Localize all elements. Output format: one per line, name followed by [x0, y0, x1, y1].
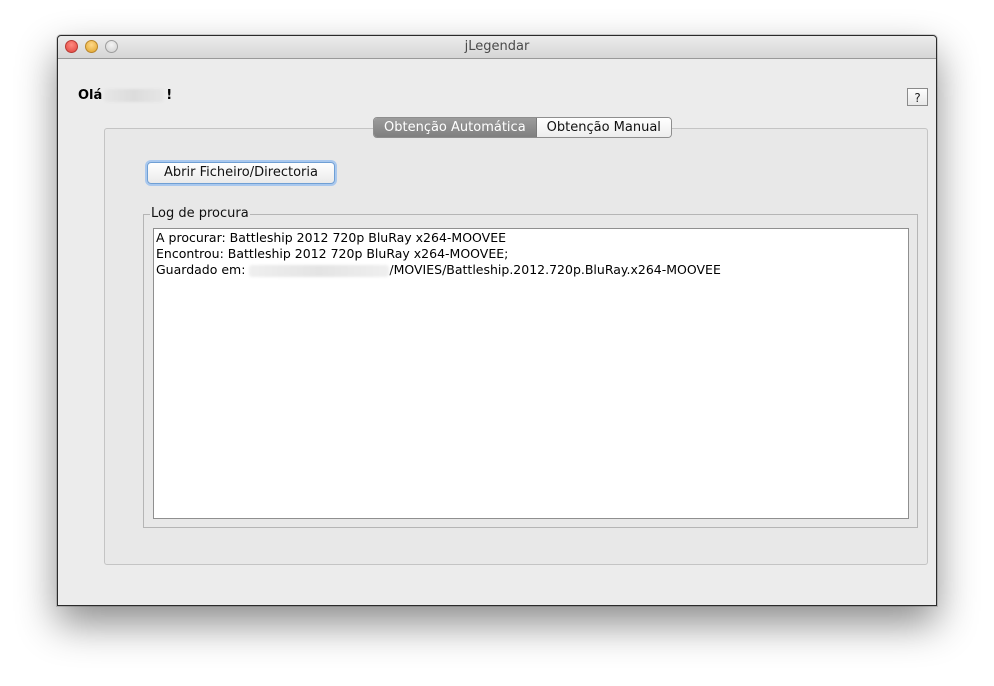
greeting: Olá !	[78, 88, 172, 103]
help-button[interactable]: ?	[907, 88, 928, 106]
log-line: A procurar: Battleship 2012 720p BluRay …	[156, 230, 507, 245]
redacted-path	[249, 264, 390, 277]
open-file-directory-button[interactable]: Abrir Ficheiro/Directoria	[147, 162, 335, 184]
log-line-saved: Guardado em: /MOVIES/Battleship.2012.720…	[156, 262, 906, 278]
tab-bar: Obtenção Automática Obtenção Manual	[373, 117, 672, 138]
tab-manual[interactable]: Obtenção Manual	[536, 118, 671, 137]
greeting-suffix: !	[166, 88, 173, 103]
app-window: jLegendar Olá ! ? Obtenção Automática Ob…	[57, 35, 937, 606]
title-bar[interactable]: jLegendar	[58, 36, 936, 59]
saved-path-suffix: /MOVIES/Battleship.2012.720p.BluRay.x264…	[389, 262, 721, 277]
saved-prefix: Guardado em:	[156, 262, 250, 277]
search-log-legend: Log de procura	[150, 206, 250, 221]
tab-automatic[interactable]: Obtenção Automática	[374, 118, 537, 137]
redacted-username	[104, 89, 165, 102]
search-log-textarea[interactable]: A procurar: Battleship 2012 720p BluRay …	[153, 228, 909, 519]
window-title: jLegendar	[464, 39, 530, 54]
greeting-prefix: Olá	[78, 88, 103, 103]
log-line: Encontrou: Battleship 2012 720p BluRay x…	[156, 246, 509, 261]
